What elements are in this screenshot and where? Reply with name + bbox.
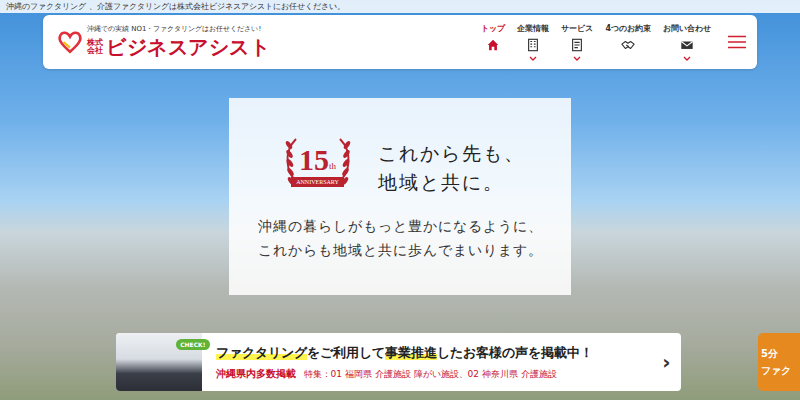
- nav-item[interactable]: トップ: [481, 23, 505, 61]
- hero: 15 th ANNIVERSARY これから先も、地域と共に。 沖縄の暮らしがも…: [0, 69, 800, 295]
- hero-panel: 15 th ANNIVERSARY これから先も、地域と共に。 沖縄の暮らしがも…: [229, 98, 571, 295]
- building-icon: [526, 38, 540, 52]
- banner-feature: 特集：01 福岡県 介護施設 障がい施設、02 神奈川県 介護施設: [304, 368, 557, 381]
- caret-down-icon: [683, 56, 691, 61]
- heart-logo-icon: [57, 29, 83, 55]
- caret-down-icon: [529, 56, 537, 61]
- handshake-icon: [621, 38, 635, 52]
- side-badge[interactable]: 5分ファク: [758, 333, 800, 391]
- top-bar: 沖縄のファクタリング 、介護ファクタリングは株式会社ビジネスアシストにお任せくだ…: [0, 0, 800, 13]
- company-name: ビジネスアシスト: [106, 34, 270, 61]
- staff-photo: CHECK!: [116, 333, 202, 391]
- nav-item[interactable]: 企業情報: [517, 23, 549, 61]
- nav-item[interactable]: 4つのお約束: [605, 23, 651, 61]
- main-nav: トップ 企業情報 サービス 4つのお約束 お問い合わせ: [481, 23, 747, 61]
- mail-icon: [680, 38, 694, 52]
- logo-tagline: 沖縄での実績 NO1・ファクタリングはお任せください!: [87, 24, 270, 34]
- anniversary-emblem: 15 th ANNIVERSARY: [276, 131, 360, 205]
- header: 沖縄での実績 NO1・ファクタリングはお任せください! 株式会社 ビジネスアシス…: [43, 15, 757, 69]
- banner-arrow: ›: [662, 350, 670, 374]
- nav-item[interactable]: お問い合わせ: [663, 23, 711, 61]
- headline: これから先も、地域と共に。: [378, 139, 525, 196]
- company-type: 株式会社: [87, 39, 103, 56]
- caret-down-icon: [573, 56, 581, 61]
- anniversary-number: 15: [299, 145, 329, 175]
- banner-title: ファクタリングをご利用して事業推進したお客様の声を掲載中！: [216, 344, 649, 362]
- anniversary-suffix: th: [329, 161, 336, 171]
- banner-subtitle: 沖縄県内多数掲載: [216, 367, 296, 381]
- menu-icon[interactable]: [727, 35, 747, 49]
- page: 沖縄のファクタリング 、介護ファクタリングは株式会社ビジネスアシストにお任せくだ…: [0, 0, 800, 400]
- home-icon: [486, 38, 500, 52]
- logo[interactable]: 沖縄での実績 NO1・ファクタリングはお任せください! 株式会社 ビジネスアシス…: [57, 24, 270, 61]
- check-bubble: CHECK!: [176, 339, 209, 350]
- nav-item[interactable]: サービス: [561, 23, 593, 61]
- testimonial-banner[interactable]: CHECK! ファクタリングをご利用して事業推進したお客様の声を掲載中！ 沖縄県…: [116, 333, 681, 391]
- anniversary-ribbon: ANNIVERSARY: [291, 177, 344, 187]
- doc-icon: [570, 38, 584, 52]
- lead-text: 沖縄の暮らしがもっと豊かになるように、これからも地域と共に歩んでまいります。: [258, 215, 543, 262]
